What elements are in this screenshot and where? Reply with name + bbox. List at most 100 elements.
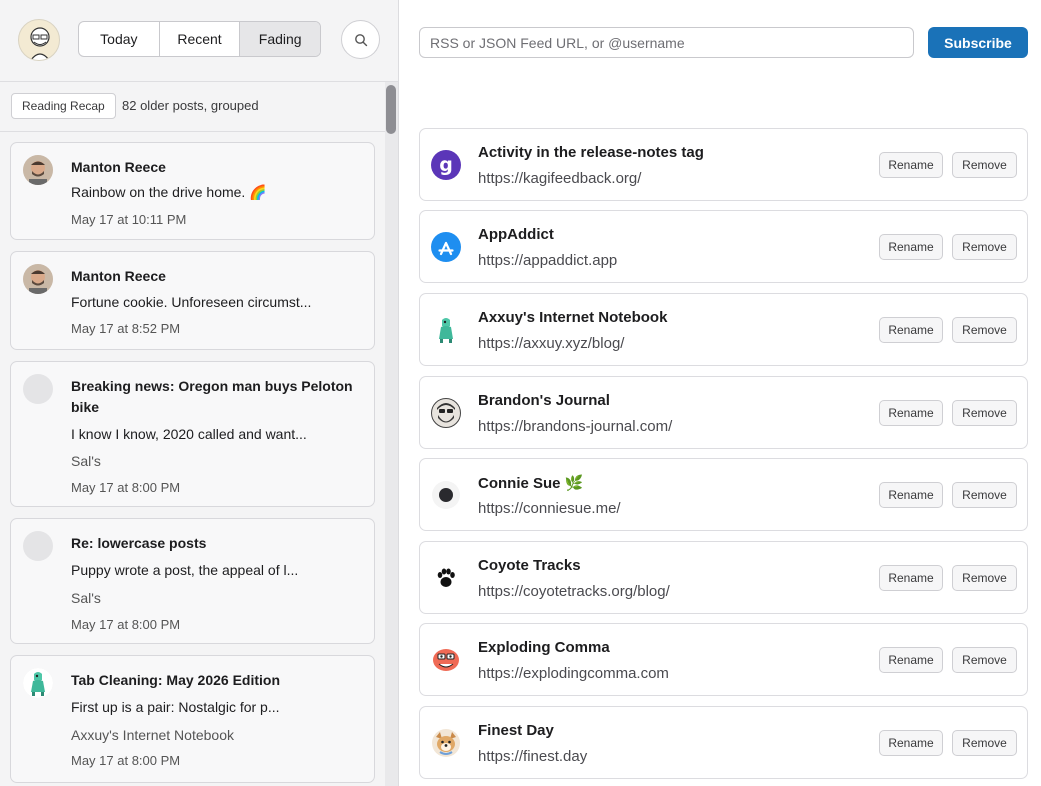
tab-recent[interactable]: Recent	[160, 22, 241, 56]
post-date: May 17 at 8:00 PM	[71, 753, 181, 768]
remove-button[interactable]: Remove	[952, 317, 1017, 343]
app-store-icon	[431, 232, 461, 262]
remove-button[interactable]: Remove	[952, 152, 1017, 178]
rename-button[interactable]: Rename	[879, 730, 943, 756]
profile-avatar-icon	[30, 27, 50, 60]
feed-icon	[430, 644, 462, 676]
feed-url: https://explodingcomma.com	[478, 665, 669, 682]
manton-avatar-icon	[23, 155, 53, 185]
timeline-toolbar: Today Recent Fading	[0, 0, 398, 82]
feed-name: Axxuy's Internet Notebook	[478, 309, 668, 326]
red-face-icon	[433, 649, 459, 671]
search-button[interactable]	[341, 20, 380, 59]
feed-name: Coyote Tracks	[478, 557, 581, 574]
post-date: May 17 at 10:11 PM	[71, 212, 187, 227]
post-item[interactable]: Manton Reece Rainbow on the drive home. …	[10, 142, 375, 240]
feed-row: AppAddict https://appaddict.app Rename R…	[419, 210, 1028, 283]
post-excerpt: Fortune cookie. Unforeseen circumst...	[71, 294, 312, 310]
feed-row: Coyote Tracks https://coyotetracks.org/b…	[419, 541, 1028, 614]
kagi-g-icon: g	[431, 150, 461, 180]
timeline-pane: Today Recent Fading Reading Recap 82 old…	[0, 0, 399, 786]
post-excerpt: I know I know, 2020 called and want...	[71, 426, 307, 442]
post-item[interactable]: Tab Cleaning: May 2026 Edition First up …	[10, 655, 375, 783]
feed-name: Activity in the release-notes tag	[478, 144, 704, 161]
author-avatar-placeholder	[23, 374, 53, 404]
feed-icon	[430, 479, 462, 511]
feed-url: https://kagifeedback.org/	[478, 170, 642, 187]
feed-icon	[430, 397, 462, 429]
rename-button[interactable]: Rename	[879, 152, 943, 178]
feed-name: Connie Sue 🌿	[478, 475, 584, 492]
remove-button[interactable]: Remove	[952, 400, 1017, 426]
dog-face-icon	[432, 729, 460, 757]
rename-button[interactable]: Rename	[879, 647, 943, 673]
reading-recap-button[interactable]: Reading Recap	[11, 93, 116, 119]
recap-summary: 82 older posts, grouped	[122, 98, 259, 113]
remove-button[interactable]: Remove	[952, 647, 1017, 673]
feed-icon	[430, 562, 462, 594]
feed-url: https://coyotetracks.org/blog/	[478, 583, 670, 600]
recap-bar: Reading Recap 82 older posts, grouped	[0, 82, 398, 132]
feed-row: Finest Day https://finest.day Rename Rem…	[419, 706, 1028, 779]
post-excerpt: First up is a pair: Nostalgic for p...	[71, 699, 280, 715]
feed-icon: g	[430, 149, 462, 181]
remove-button[interactable]: Remove	[952, 730, 1017, 756]
dark-dot-icon	[432, 481, 460, 509]
post-date: May 17 at 8:52 PM	[71, 321, 181, 336]
paw-print-icon	[437, 568, 455, 587]
remove-button[interactable]: Remove	[952, 482, 1017, 508]
post-date: May 17 at 8:00 PM	[71, 480, 181, 495]
timeline-segmented-control: Today Recent Fading	[78, 21, 321, 57]
feed-url: https://finest.day	[478, 748, 588, 765]
manton-avatar-icon	[23, 264, 53, 294]
remove-button[interactable]: Remove	[952, 565, 1017, 591]
svg-text:g: g	[439, 154, 453, 176]
feed-url: https://brandons-journal.com/	[478, 418, 673, 435]
post-source: Sal's	[71, 590, 101, 606]
post-date: May 17 at 8:00 PM	[71, 617, 181, 632]
timeline-scrollbar[interactable]	[385, 82, 398, 786]
feed-name: Brandon's Journal	[478, 392, 610, 409]
green-creature-icon	[23, 668, 53, 698]
rename-button[interactable]: Rename	[879, 565, 943, 591]
feed-name: Exploding Comma	[478, 639, 610, 656]
subscribe-button[interactable]: Subscribe	[928, 27, 1028, 58]
rename-button[interactable]: Rename	[879, 317, 943, 343]
feed-icon	[430, 231, 462, 263]
post-item[interactable]: Breaking news: Oregon man buys Peloton b…	[10, 361, 375, 507]
post-title: Breaking news: Oregon man buys Peloton b…	[71, 378, 353, 415]
feed-icon	[430, 727, 462, 759]
author-avatar	[23, 155, 53, 185]
feed-url: https://conniesue.me/	[478, 500, 621, 517]
remove-button[interactable]: Remove	[952, 234, 1017, 260]
timeline-scrollbar-thumb[interactable]	[386, 85, 396, 134]
post-title: Re: lowercase posts	[71, 535, 207, 551]
bearded-face-icon	[431, 398, 461, 428]
feed-row: Exploding Comma https://explodingcomma.c…	[419, 623, 1028, 696]
author-avatar	[23, 264, 53, 294]
feed-icon	[430, 314, 462, 346]
post-source: Sal's	[71, 453, 101, 469]
feed-row: Brandon's Journal https://brandons-journ…	[419, 376, 1028, 449]
post-excerpt: Rainbow on the drive home. 🌈	[71, 184, 267, 200]
feed-row: g Activity in the release-notes tag http…	[419, 128, 1028, 201]
profile-avatar[interactable]	[18, 19, 60, 61]
tab-fading[interactable]: Fading	[240, 22, 320, 56]
post-source: Axxuy's Internet Notebook	[71, 727, 234, 743]
post-title: Manton Reece	[71, 268, 166, 284]
rename-button[interactable]: Rename	[879, 234, 943, 260]
feed-row: Axxuy's Internet Notebook https://axxuy.…	[419, 293, 1028, 366]
rename-button[interactable]: Rename	[879, 400, 943, 426]
author-avatar-placeholder	[23, 531, 53, 561]
rename-button[interactable]: Rename	[879, 482, 943, 508]
post-title: Tab Cleaning: May 2026 Edition	[71, 672, 281, 688]
post-item[interactable]: Manton Reece Fortune cookie. Unforeseen …	[10, 251, 375, 350]
feed-url-input[interactable]	[419, 27, 914, 58]
search-icon	[354, 33, 367, 46]
post-item[interactable]: Re: lowercase posts Puppy wrote a post, …	[10, 518, 375, 644]
feed-row: Connie Sue 🌿 https://conniesue.me/ Renam…	[419, 458, 1028, 531]
feed-url: https://appaddict.app	[478, 252, 618, 269]
tab-today[interactable]: Today	[79, 22, 160, 56]
author-avatar	[23, 668, 53, 698]
feed-name: Finest Day	[478, 722, 554, 739]
